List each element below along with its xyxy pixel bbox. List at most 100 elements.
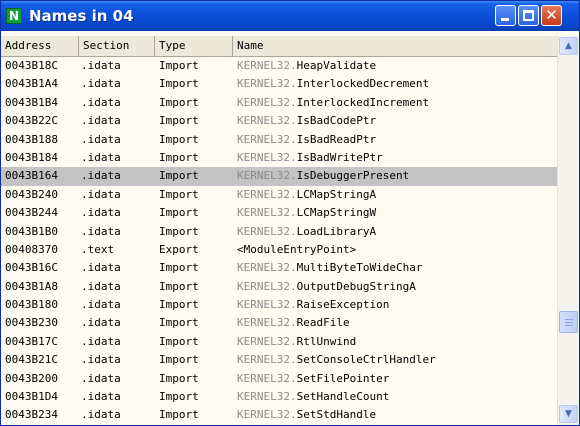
library-prefix: KERNEL32. bbox=[237, 279, 297, 293]
section-cell: .idata bbox=[81, 59, 121, 72]
section-cell: .idata bbox=[81, 316, 121, 330]
section-cell: .idata bbox=[81, 114, 121, 128]
name-cell: KERNEL32.SetHandleCount bbox=[237, 388, 389, 406]
column-header-section[interactable]: Section bbox=[79, 36, 155, 56]
arrow-down-icon: ▼ bbox=[565, 409, 572, 419]
section-cell: .idata bbox=[81, 95, 121, 109]
table-row[interactable]: 0043B1B4 .idata Import KERNEL32.Interlocked… bbox=[1, 94, 557, 112]
table-row[interactable]: 0043B200 .idata Import KERNEL32.SetFilePoin… bbox=[1, 370, 557, 388]
name-cell: KERNEL32.LCMapStringW bbox=[237, 204, 376, 222]
table-row[interactable]: 0043B184 .idata Import KERNEL32.IsBadWriteP… bbox=[1, 149, 557, 167]
address-cell: 0043B164 bbox=[5, 169, 58, 183]
symbol-name: OutputDebugStringA bbox=[296, 279, 416, 293]
name-cell: KERNEL32.OutputDebugStringA bbox=[237, 278, 416, 296]
column-header-name[interactable]: Name bbox=[233, 36, 557, 56]
table-row[interactable]: 0043B16C .idata Import KERNEL32.MultiByteTo… bbox=[1, 259, 557, 277]
vertical-scrollbar[interactable]: ▲ ▼ bbox=[557, 36, 579, 425]
close-button[interactable]: ✕ bbox=[541, 5, 562, 26]
name-cell: KERNEL32.HeapValidate bbox=[237, 57, 376, 75]
symbol-name: RtlUnwind bbox=[296, 334, 357, 348]
library-prefix: KERNEL32. bbox=[237, 390, 297, 404]
arrow-up-icon: ▲ bbox=[565, 41, 572, 51]
library-prefix: KERNEL32. bbox=[237, 132, 297, 146]
address-cell: 0043B22C bbox=[5, 114, 58, 128]
table-row[interactable]: 0043B240 .idata Import KERNEL32.LCMapString… bbox=[1, 186, 557, 204]
library-prefix: KERNEL32. bbox=[237, 316, 297, 330]
table-row[interactable]: 0043B230 .idata Import KERNEL32.ReadFile bbox=[1, 314, 557, 332]
table-row[interactable]: 0043B1D4 .idata Import KERNEL32.SetHandleCo… bbox=[1, 388, 557, 406]
minimize-button[interactable] bbox=[495, 5, 516, 26]
library-prefix: KERNEL32. bbox=[237, 206, 297, 220]
grip-line bbox=[565, 322, 573, 324]
name-cell: KERNEL32.RtlUnwind bbox=[237, 333, 356, 351]
address-cell: 0043B240 bbox=[5, 187, 58, 201]
section-cell: .idata bbox=[81, 298, 121, 312]
column-headers: Address Section Type Name bbox=[1, 36, 557, 57]
name-cell: KERNEL32.LoadLibraryA bbox=[237, 223, 376, 241]
section-cell: .idata bbox=[81, 169, 121, 183]
address-cell: 0043B16C bbox=[5, 261, 58, 275]
library-prefix: KERNEL32. bbox=[237, 261, 297, 275]
column-header-address[interactable]: Address bbox=[1, 36, 79, 56]
library-prefix: KERNEL32. bbox=[237, 408, 297, 422]
type-cell: Import bbox=[159, 169, 199, 183]
app-icon[interactable]: N bbox=[6, 8, 22, 24]
table-row[interactable]: 0043B17C .idata Import KERNEL32.RtlUnwind bbox=[1, 333, 557, 351]
address-cell: 0043B21C bbox=[5, 353, 58, 367]
table-row[interactable]: 0043B164 .idata Import KERNEL32.IsDebuggerP… bbox=[1, 167, 557, 186]
type-cell: Import bbox=[159, 408, 199, 422]
table-row[interactable]: 0043B234 .idata Import KERNEL32.SetStdHandl… bbox=[1, 406, 557, 424]
table-row[interactable]: 0043B22C .idata Import KERNEL32.IsBadCodePt… bbox=[1, 112, 557, 130]
address-cell: 0043B200 bbox=[5, 371, 58, 385]
section-cell: .idata bbox=[81, 371, 121, 385]
symbol-name: IsBadWritePtr bbox=[296, 150, 383, 164]
symbol-name: LCMapStringA bbox=[296, 187, 377, 201]
type-cell: Import bbox=[159, 371, 199, 385]
name-cell: KERNEL32.IsBadReadPtr bbox=[237, 131, 376, 149]
type-cell: Import bbox=[159, 95, 199, 109]
type-cell: Import bbox=[159, 114, 199, 128]
maximize-button[interactable] bbox=[518, 5, 539, 26]
name-cell: KERNEL32.IsBadWritePtr bbox=[237, 149, 383, 167]
column-header-type[interactable]: Type bbox=[155, 36, 233, 56]
address-cell: 0043B234 bbox=[5, 408, 58, 422]
table-row[interactable]: 0043B18C .idata Import KERNEL32.HeapValidat… bbox=[1, 57, 557, 75]
table-row[interactable]: 0043B21C .idata Import KERNEL32.SetConsoleC… bbox=[1, 351, 557, 369]
library-prefix: KERNEL32. bbox=[237, 334, 297, 348]
type-cell: Import bbox=[159, 390, 199, 404]
scroll-up-button[interactable]: ▲ bbox=[559, 37, 578, 55]
table-row[interactable]: 00408370 .text Export <ModuleEntryPoint> bbox=[1, 241, 557, 259]
name-cell: KERNEL32.IsBadCodePtr bbox=[237, 112, 376, 130]
table-row[interactable]: 0043B1A4 .idata Import KERNEL32.Interlocked… bbox=[1, 75, 557, 93]
name-cell: KERNEL32.SetConsoleCtrlHandler bbox=[237, 351, 436, 369]
title-bar[interactable]: N Names in 04 ✕ bbox=[1, 1, 579, 31]
table-row[interactable]: 0043B188 .idata Import KERNEL32.IsBadReadPt… bbox=[1, 131, 557, 149]
names-list[interactable]: 0043B18C .idata Import KERNEL32.HeapValidat… bbox=[1, 57, 557, 425]
name-cell: KERNEL32.IsDebuggerPresent bbox=[237, 167, 409, 185]
table-row[interactable]: 0043B244 .idata Import KERNEL32.LCMapString… bbox=[1, 204, 557, 222]
symbol-name: InterlockedIncrement bbox=[296, 95, 430, 109]
type-cell: Import bbox=[159, 261, 199, 275]
scroll-thumb[interactable] bbox=[559, 311, 578, 334]
type-cell: Import bbox=[159, 59, 199, 72]
address-cell: 0043B1A8 bbox=[5, 279, 58, 293]
name-cell: KERNEL32.SetStdHandle bbox=[237, 406, 376, 424]
type-cell: Import bbox=[159, 316, 199, 330]
library-prefix: KERNEL32. bbox=[237, 298, 297, 312]
table-row[interactable]: 0043B1B0 .idata Import KERNEL32.LoadLibrary… bbox=[1, 223, 557, 241]
section-cell: .idata bbox=[81, 206, 121, 220]
address-cell: 0043B18C bbox=[5, 59, 58, 72]
scroll-down-button[interactable]: ▼ bbox=[559, 405, 578, 423]
table-row[interactable]: 0043B180 .idata Import KERNEL32.RaiseExcept… bbox=[1, 296, 557, 314]
symbol-name: IsBadCodePtr bbox=[296, 114, 377, 128]
address-cell: 0043B184 bbox=[5, 150, 58, 164]
name-cell: <ModuleEntryPoint> bbox=[237, 241, 356, 259]
table-row[interactable]: 0043B1A8 .idata Import KERNEL32.OutputDebug… bbox=[1, 278, 557, 296]
symbol-name: SetFilePointer bbox=[296, 371, 390, 385]
symbol-name: RaiseException bbox=[296, 298, 390, 312]
type-cell: Import bbox=[159, 206, 199, 220]
address-cell: 0043B17C bbox=[5, 334, 58, 348]
symbol-name: LoadLibraryA bbox=[296, 224, 377, 238]
library-prefix: KERNEL32. bbox=[237, 224, 297, 238]
type-cell: Export bbox=[159, 242, 199, 256]
